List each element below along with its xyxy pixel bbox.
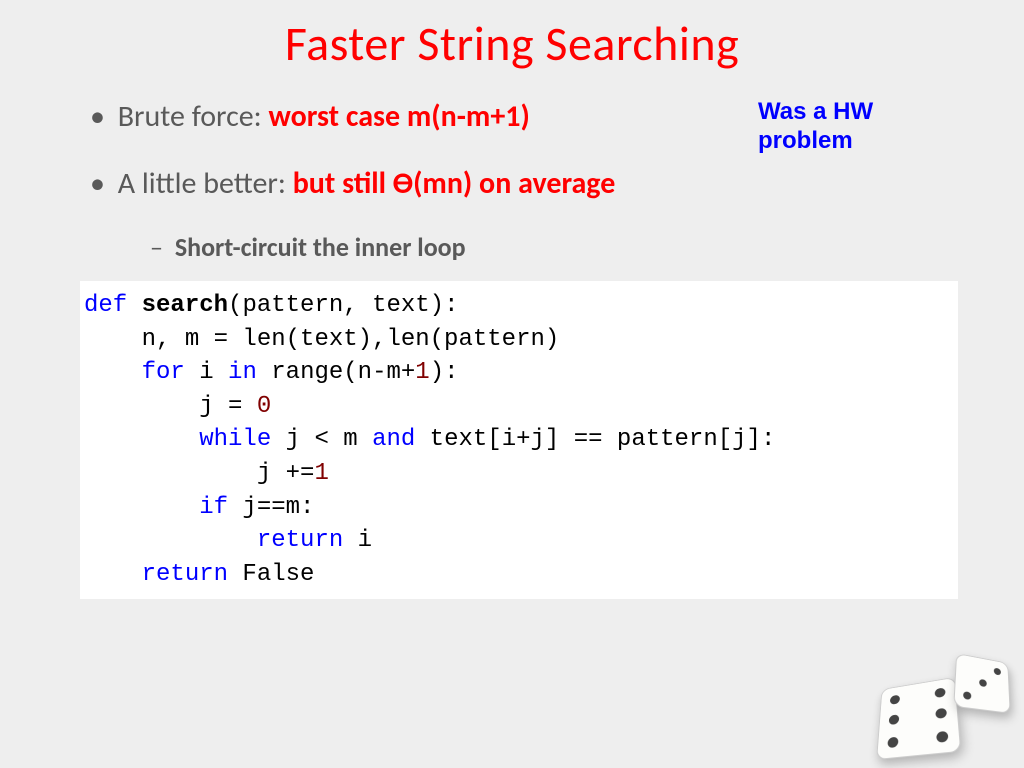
sig-rest: (pattern, text):	[228, 292, 458, 319]
code-l5a	[84, 426, 199, 453]
kw-def: def	[84, 292, 127, 319]
kw-if: if	[199, 494, 228, 521]
code-l5c: text[i+j] == pattern[j]:	[415, 426, 775, 453]
kw-while: while	[199, 426, 271, 453]
bullet-little-better: A little better: but still Ө(mn) on aver…	[90, 164, 964, 203]
code-l7a	[84, 494, 199, 521]
kw-in: in	[228, 359, 257, 386]
code-l9a	[84, 561, 142, 588]
code-l8b: i	[343, 527, 372, 554]
hw-annotation: Was a HW problem	[758, 98, 873, 156]
code-l5b: j < m	[271, 426, 372, 453]
code-l3c: range(n-m+	[257, 359, 415, 386]
code-l3a	[84, 359, 142, 386]
bullet1-emph: worst case m(n-m+1)	[269, 98, 530, 135]
bullet1-lead: Brute force:	[118, 98, 269, 135]
code-l9b: False	[228, 561, 314, 588]
code-l4a: j =	[84, 393, 257, 420]
fn-name: search	[142, 292, 228, 319]
dice-decoration	[868, 622, 1018, 762]
bullet2-emph: but still Ө(mn) on average	[293, 165, 616, 202]
code-l3d: ):	[430, 359, 459, 386]
die-icon	[876, 677, 961, 760]
code-l8a	[84, 527, 257, 554]
num-1: 1	[415, 359, 429, 386]
die-icon	[953, 653, 1010, 714]
bullet2-lead: A little better:	[118, 165, 293, 202]
kw-return1: return	[257, 527, 343, 554]
slide-title: Faster String Searching	[0, 0, 1024, 73]
code-l2: n, m = len(text),len(pattern)	[84, 326, 559, 353]
kw-and: and	[372, 426, 415, 453]
subbullet-short-circuit: Short-circuit the inner loop	[150, 231, 964, 263]
hw-annotation-text: Was a HW problem	[758, 98, 873, 154]
code-l6a: j +=	[84, 460, 314, 487]
code-l7b: j==m:	[228, 494, 314, 521]
kw-return2: return	[142, 561, 228, 588]
slide: Faster String Searching Was a HW problem…	[0, 0, 1024, 768]
code-l3b: i	[185, 359, 228, 386]
code-block: def search(pattern, text): n, m = len(te…	[80, 281, 958, 599]
kw-for: for	[142, 359, 185, 386]
num-0: 0	[257, 393, 271, 420]
num-1b: 1	[314, 460, 328, 487]
